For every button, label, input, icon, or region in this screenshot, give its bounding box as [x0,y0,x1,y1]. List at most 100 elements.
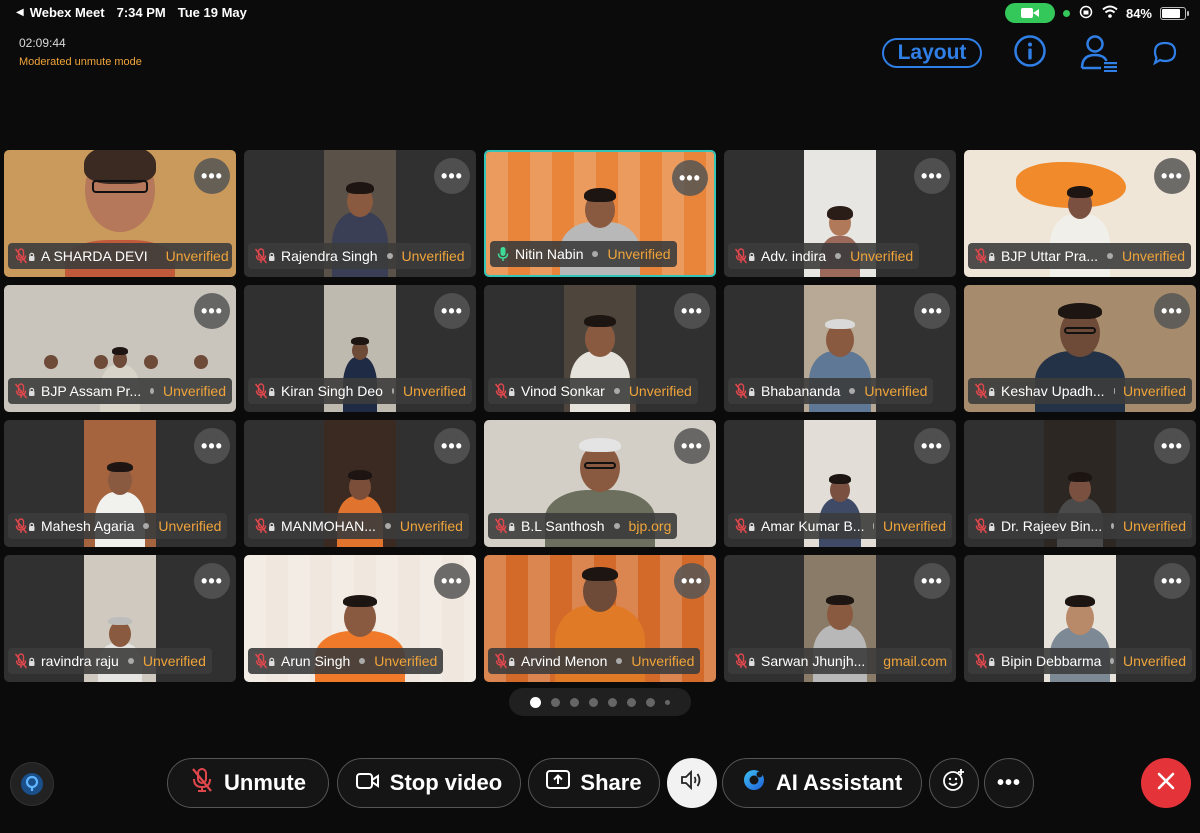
tile-more-button[interactable]: ••• [914,563,950,599]
rotation-lock-icon [1078,5,1094,22]
tile-more-button[interactable]: ••• [914,293,950,329]
participant-status: Unverified [864,383,928,399]
participant-tile[interactable]: ••• Adv. indira Unverified [724,150,956,277]
tile-more-button[interactable]: ••• [914,158,950,194]
participant-tile[interactable]: ••• Arun Singh Unverified [244,555,476,682]
participant-name: Nitin Nabin [515,246,584,262]
mic-muted-icon [190,767,214,799]
speaker-button[interactable] [667,758,717,808]
participant-status: Unverified [631,653,695,669]
tile-more-button[interactable]: ••• [434,563,470,599]
layout-button[interactable]: Layout [882,38,982,68]
mic-muted-locked-icon [254,383,276,399]
tile-more-button[interactable]: ••• [1154,428,1190,464]
tile-more-button[interactable]: ••• [1154,158,1190,194]
chat-icon[interactable] [1152,40,1178,71]
ai-assistant-button[interactable]: AI Assistant [722,758,922,808]
participant-tile[interactable]: ••• A SHARDA DEVI Unverified [4,150,236,277]
participant-tile[interactable]: ••• Nitin Nabin Unverified [484,150,716,277]
participant-tile[interactable]: ••• MANMOHAN... Unverified [244,420,476,547]
separator-dot [849,388,856,394]
more-options-button[interactable]: ••• [984,758,1034,808]
participant-name: Adv. indira [761,248,827,264]
tile-more-button[interactable]: ••• [1154,563,1190,599]
page-dot[interactable] [665,699,670,705]
page-dot[interactable] [551,697,560,707]
participant-name-bar: Keshav Upadh... Unverified [968,378,1192,404]
tile-more-button[interactable]: ••• [674,293,710,329]
participant-status: Unverified [1122,383,1186,399]
participant-tile[interactable]: ••• BJP Uttar Pra... Unverified [964,150,1196,277]
participant-tile[interactable]: ••• Keshav Upadh... Unverified [964,285,1196,412]
info-icon[interactable] [1013,34,1047,73]
separator-dot [1107,253,1113,259]
participant-name-bar: Vinod Sonkar Unverified [488,378,698,404]
tile-more-button[interactable]: ••• [434,428,470,464]
page-dot[interactable] [627,697,636,707]
participant-tile[interactable]: ••• Amar Kumar B... Unverified [724,420,956,547]
tile-more-button[interactable]: ••• [914,428,950,464]
mic-muted-locked-icon [254,248,276,264]
tile-more-button[interactable]: ••• [194,428,230,464]
mic-muted-locked-icon [14,248,36,264]
page-dot[interactable] [530,696,541,708]
ai-assistant-icon [742,768,766,798]
unmute-label: Unmute [224,770,306,795]
page-dot[interactable] [589,697,598,707]
participant-name-bar: Mahesh Agaria Unverified [8,513,228,539]
participant-tile[interactable]: ••• Bipin Debbarma Unverified [964,555,1196,682]
participant-tile[interactable]: ••• BJP Assam Pr... Unverified [4,285,236,412]
mic-muted-locked-icon [494,518,516,534]
tile-more-button[interactable]: ••• [434,293,470,329]
participant-status: Unverified [850,248,914,264]
participant-status: Unverified [1122,248,1186,264]
leave-meeting-button[interactable] [1141,758,1191,808]
tile-more-button[interactable]: ••• [194,158,230,194]
tile-more-button[interactable]: ••• [1154,293,1190,329]
participants-icon[interactable] [1080,34,1120,77]
tile-more-button[interactable]: ••• [672,160,708,196]
participant-tile[interactable]: ••• Rajendra Singh Unverified [244,150,476,277]
meeting-elapsed-time: 02:09:44 [19,36,66,50]
meeting-mode-label: Moderated unmute mode [19,56,142,68]
participant-status: Unverified [162,383,226,399]
reactions-button[interactable] [929,758,979,808]
webex-badge-button[interactable] [10,762,54,806]
share-button[interactable]: Share [528,758,660,808]
participant-name: A SHARDA DEVI [41,248,148,264]
participant-name: MANMOHAN... [281,518,376,534]
participant-tile[interactable]: ••• Bhabananda Unverified [724,285,956,412]
page-dot[interactable] [646,697,655,707]
page-dot[interactable] [570,697,579,707]
unmute-button[interactable]: Unmute [167,758,329,808]
participant-tile[interactable]: ••• B.L Santhosh bjp.org [484,420,716,547]
separator-dot [359,658,366,664]
back-arrow-icon[interactable]: ◀ [16,7,24,18]
participant-tile[interactable]: ••• Vinod Sonkar Unverified [484,285,716,412]
tile-more-button[interactable]: ••• [434,158,470,194]
participant-name-bar: B.L Santhosh bjp.org [488,513,678,539]
participant-name-bar: A SHARDA DEVI Unverified [8,243,232,269]
participant-tile[interactable]: ••• ravindra raju Unverified [4,555,236,682]
participant-status: Unverified [399,518,463,534]
tile-more-button[interactable]: ••• [674,563,710,599]
page-dot[interactable] [608,697,617,707]
participant-name: Mahesh Agaria [41,518,135,534]
participant-name-bar: Amar Kumar B... Unverified [728,513,952,539]
back-app-label[interactable]: Webex Meet [30,5,105,20]
participant-tile[interactable]: ••• Mahesh Agaria Unverified [4,420,236,547]
participant-tile[interactable]: ••• Arvind Menon Unverified [484,555,716,682]
tile-more-button[interactable]: ••• [674,428,710,464]
participant-name-bar: Adv. indira Unverified [728,243,920,269]
stop-video-button[interactable]: Stop video [337,758,521,808]
tile-more-button[interactable]: ••• [194,563,230,599]
mic-muted-locked-icon [254,518,276,534]
mic-muted-locked-icon [494,383,516,399]
page-indicator[interactable] [509,688,691,716]
participant-tile[interactable]: ••• Kiran Singh Deo Unverified [244,285,476,412]
participant-status: Unverified [628,383,692,399]
mic-muted-locked-icon [974,518,996,534]
participant-tile[interactable]: ••• Sarwan Jhunjh... gmail.com [724,555,956,682]
tile-more-button[interactable]: ••• [194,293,230,329]
participant-tile[interactable]: ••• Dr. Rajeev Bin... Unverified [964,420,1196,547]
